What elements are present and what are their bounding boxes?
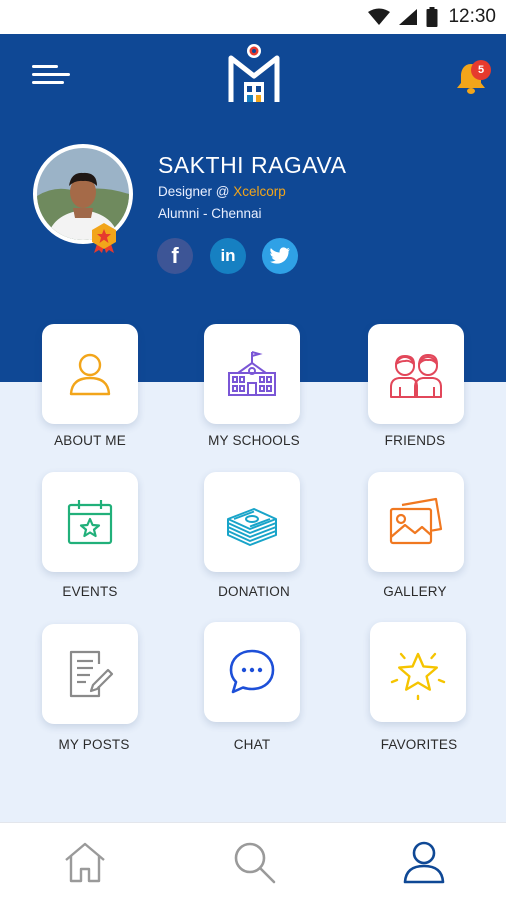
profile-alumni: Alumni - Chennai [158,206,262,221]
menu-icon [32,65,58,68]
status-bar: 12:30 [0,0,506,34]
notification-count-badge: 5 [471,60,491,80]
wifi-icon [368,8,391,25]
star-icon [390,652,446,700]
profile-icon [403,841,445,884]
twitter-icon [270,247,290,264]
search-icon [234,842,276,884]
about-me-tile[interactable] [42,324,138,424]
twitter-button[interactable] [262,238,298,274]
events-label[interactable]: EVENTS [10,584,170,599]
photos-icon [389,497,443,545]
avatar-photo [33,144,133,244]
profile-name: SAKTHI RAGAVA [158,152,347,178]
profile-role-prefix: Designer @ [158,184,234,199]
status-time: 12:30 [448,6,496,27]
calendar-star-icon [67,500,113,545]
chat-bubble-icon [229,649,275,694]
nav-profile[interactable] [396,837,452,887]
school-building-icon [228,351,276,396]
money-stack-icon [227,508,277,546]
profile-role: Designer @ Xcelcorp [158,184,286,199]
signal-icon [399,9,418,25]
battery-icon [426,7,438,27]
my-posts-label[interactable]: MY POSTS [14,737,174,752]
linkedin-icon: in [220,246,236,265]
about-me-label[interactable]: ABOUT ME [10,433,170,448]
facebook-button[interactable]: f [157,238,193,274]
friends-icon [390,354,442,398]
donation-label[interactable]: DONATION [174,584,334,599]
menu-icon [32,81,64,84]
chat-tile[interactable] [204,622,300,722]
nav-search[interactable] [226,837,282,887]
donation-tile[interactable] [204,472,300,572]
friends-tile[interactable] [368,324,464,424]
favorites-tile[interactable] [370,622,466,722]
linkedin-button[interactable]: in [210,238,246,274]
my-posts-tile[interactable] [42,624,138,724]
bottom-navigation [0,822,506,900]
post-edit-icon [69,650,114,698]
home-icon [65,842,105,883]
person-icon [69,353,111,396]
menu-icon [32,73,70,76]
school-logo-icon [228,44,280,102]
events-tile[interactable] [42,472,138,572]
chat-label[interactable]: CHAT [172,737,332,752]
gallery-label[interactable]: GALLERY [335,584,495,599]
menu-button[interactable] [30,63,72,87]
facebook-icon: f [171,243,179,268]
friends-label[interactable]: FRIENDS [335,433,495,448]
nav-home[interactable] [57,837,113,887]
my-schools-tile[interactable] [204,324,300,424]
profile-company[interactable]: Xcelcorp [233,184,286,199]
my-schools-label[interactable]: MY SCHOOLS [174,433,334,448]
status-icons: 12:30 [368,6,496,28]
avatar[interactable] [33,144,133,244]
gallery-tile[interactable] [368,472,464,572]
star-rank-badge-icon [92,223,116,253]
favorites-label[interactable]: FAVORITES [339,737,499,752]
